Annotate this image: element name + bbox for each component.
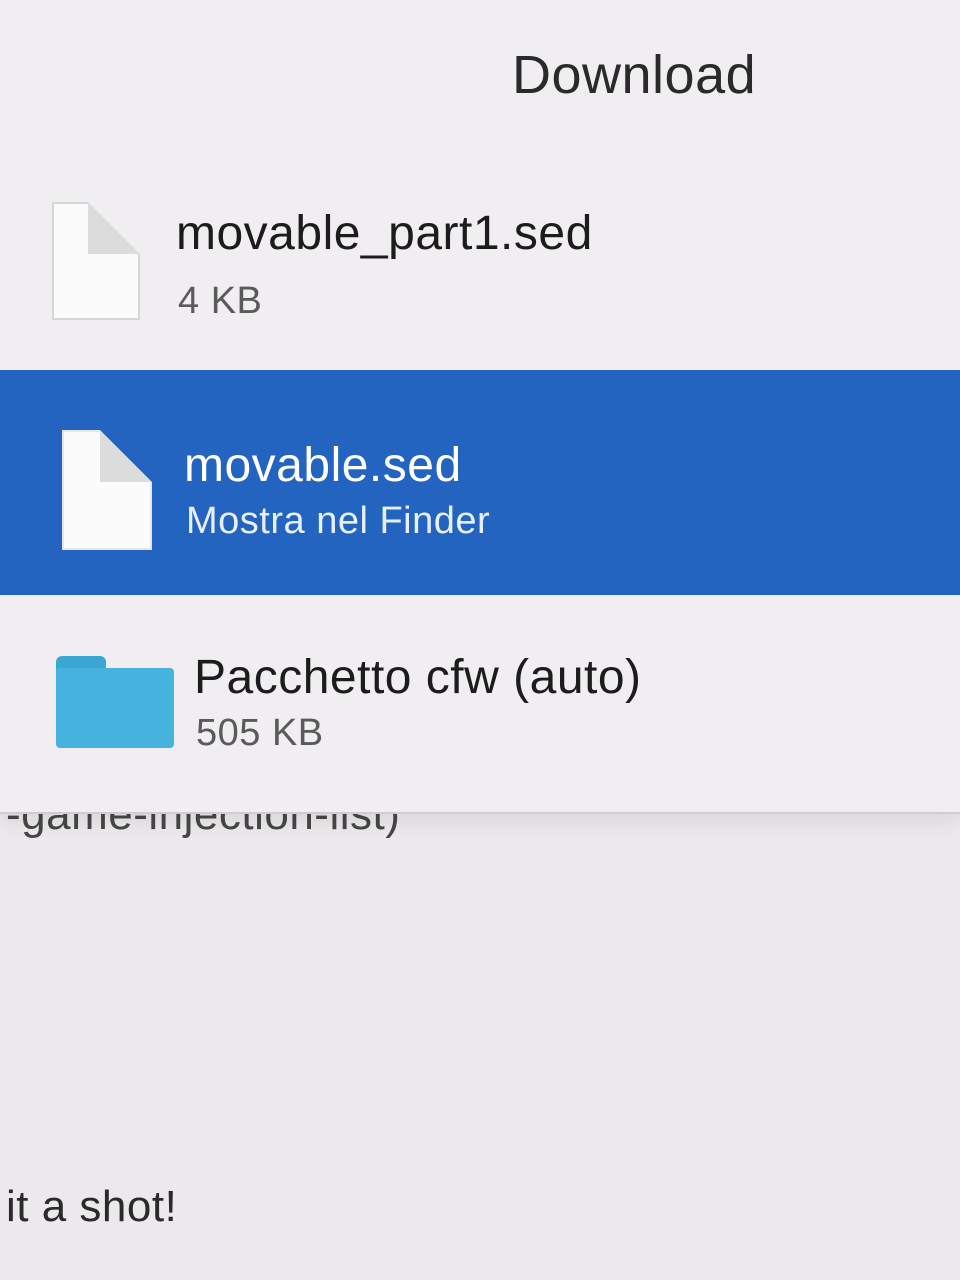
download-item-name: Pacchetto cfw (auto) [194, 651, 642, 704]
download-item-size: 4 KB [178, 280, 263, 322]
document-icon [52, 202, 140, 320]
download-item-name: movable.sed [184, 439, 462, 492]
screen: -game-injection-list) it a shot! Downloa… [0, 0, 960, 1280]
download-item-size: 505 KB [196, 712, 324, 754]
folder-icon [56, 656, 174, 748]
show-in-finder-link[interactable]: Mostra nel Finder [186, 500, 490, 543]
downloads-popover: Download movable_part1.sed 4 KB movable.… [0, 0, 960, 814]
download-item-selected[interactable]: movable.sed Mostra nel Finder [0, 370, 960, 595]
popover-title: Download [512, 45, 757, 105]
download-item-name: movable_part1.sed [176, 207, 593, 260]
document-icon [62, 430, 152, 550]
download-item[interactable]: Pacchetto cfw (auto) 505 KB [0, 620, 960, 845]
background-page-text: it a shot! [6, 1182, 178, 1231]
